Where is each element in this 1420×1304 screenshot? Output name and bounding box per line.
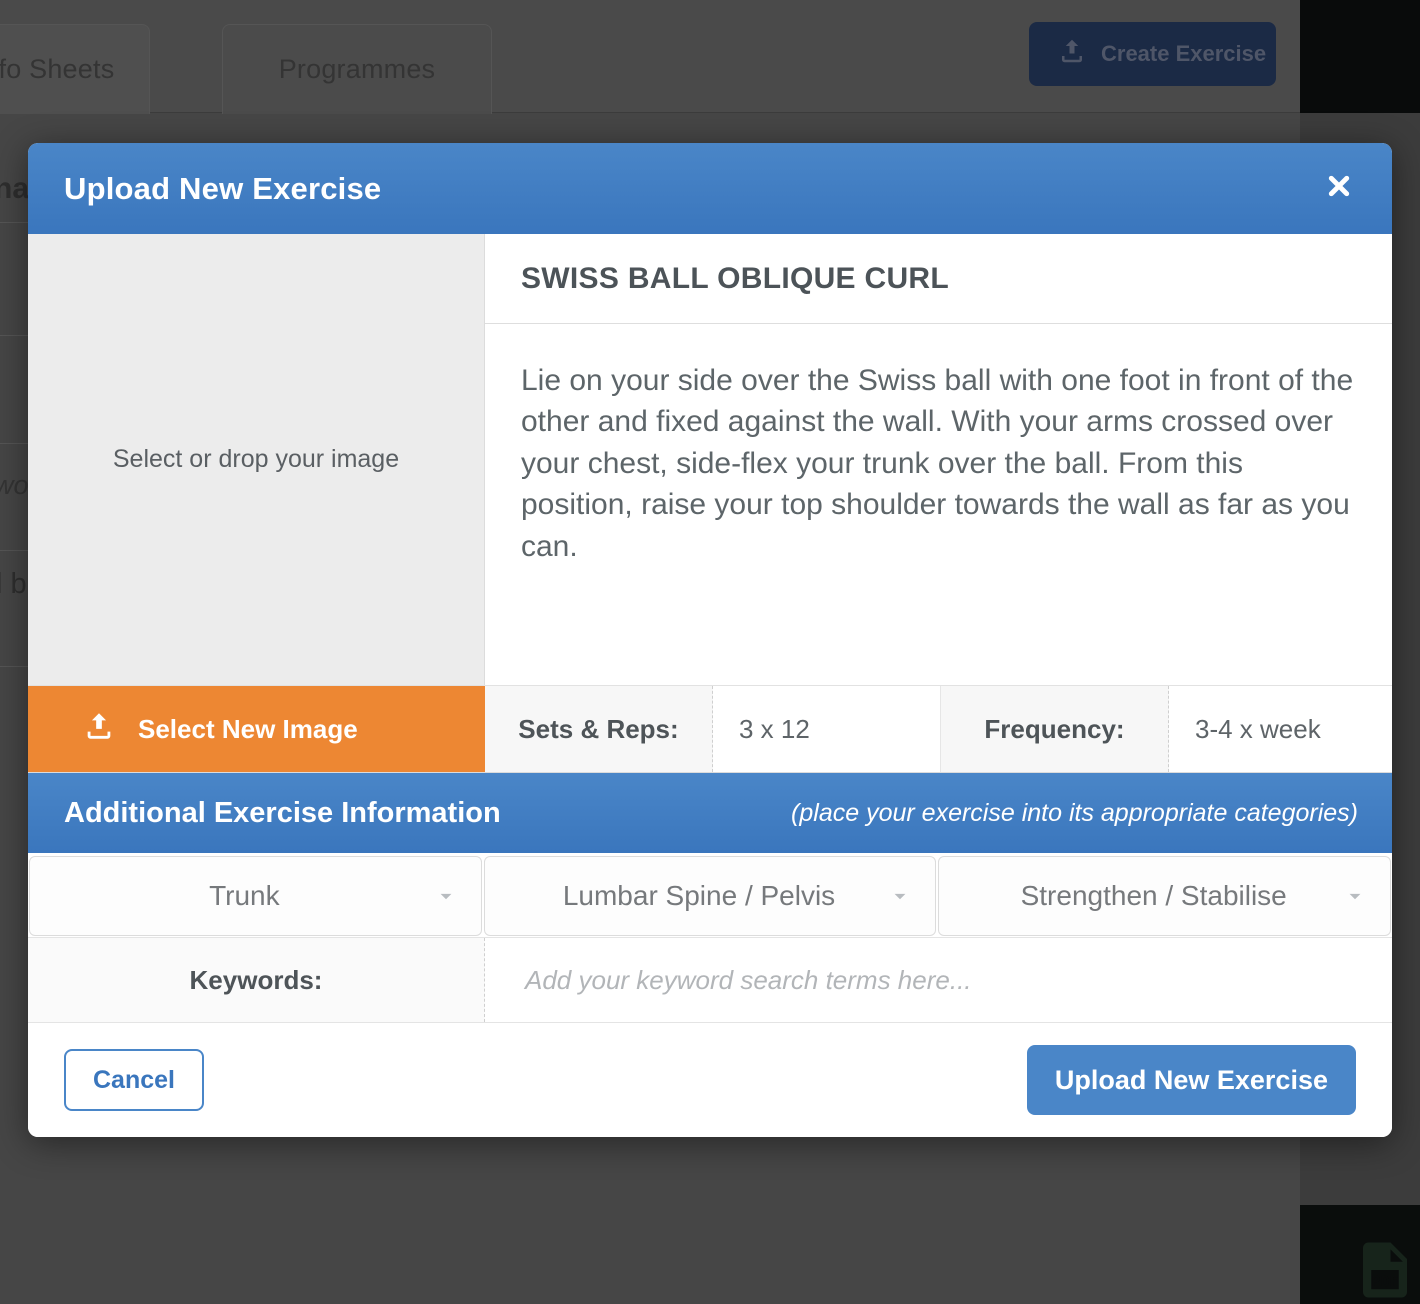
frequency-value[interactable]: 3-4 x week <box>1169 686 1392 772</box>
modal-header: Upload New Exercise <box>28 143 1392 234</box>
cancel-button[interactable]: Cancel <box>64 1049 204 1111</box>
modal-close-button[interactable] <box>1316 166 1362 212</box>
svg-text:PDF: PDF <box>1371 1273 1398 1291</box>
keywords-row: Keywords: Add your keyword search terms … <box>28 938 1392 1023</box>
upload-new-exercise-modal: Upload New Exercise Select or drop your … <box>28 143 1392 1137</box>
background-text-fragment-line: l b <box>0 568 27 600</box>
keywords-label: Keywords: <box>28 938 485 1022</box>
modal-title: Upload New Exercise <box>64 170 382 206</box>
tab-programmes-label: Programmes <box>278 54 436 84</box>
frequency-label: Frequency: <box>941 686 1169 772</box>
app-root: nal wo l b Info Sheets Programmes Create… <box>0 0 1420 1304</box>
chevron-down-icon <box>433 883 459 909</box>
category-select-body-region-value: Trunk <box>209 880 280 911</box>
sets-reps-label: Sets & Reps: <box>485 686 713 772</box>
pdf-thumbnail-panel[interactable]: PDF <box>1300 1205 1420 1304</box>
image-dropzone[interactable]: Select or drop your image <box>28 234 485 685</box>
chevron-down-icon <box>887 883 913 909</box>
tab-programmes[interactable]: Programmes <box>222 24 492 114</box>
sets-reps-value[interactable]: 3 x 12 <box>713 686 941 772</box>
category-select-purpose-value: Strengthen / Stabilise <box>1020 880 1287 911</box>
exercise-meta-row: Select New Image Sets & Reps: 3 x 12 Fre… <box>28 686 1392 773</box>
additional-information-hint: (place your exercise into its appropriat… <box>791 798 1358 827</box>
category-select-purpose[interactable]: Strengthen / Stabilise <box>938 856 1392 936</box>
select-new-image-button[interactable]: Select New Image <box>28 686 485 772</box>
exercise-description: Lie on your side over the Swiss ball wit… <box>521 364 1354 563</box>
select-new-image-label: Select New Image <box>138 713 358 744</box>
additional-information-section-bar: Additional Exercise Information (place y… <box>28 773 1392 853</box>
image-dropzone-label: Select or drop your image <box>112 445 400 473</box>
exercise-name: SWISS BALL OBLIQUE CURL <box>485 234 1392 324</box>
category-select-body-part[interactable]: Lumbar Spine / Pelvis <box>483 856 937 936</box>
category-select-body-region[interactable]: Trunk <box>29 856 482 936</box>
additional-information-title: Additional Exercise Information <box>64 796 501 829</box>
modal-footer: Cancel Upload New Exercise <box>28 1023 1392 1137</box>
upload-icon <box>82 709 116 750</box>
category-select-body-part-value: Lumbar Spine / Pelvis <box>562 880 836 911</box>
tab-info-sheets-label: Info Sheets <box>0 54 115 84</box>
exercise-detail-column: SWISS BALL OBLIQUE CURL Lie on your side… <box>485 234 1392 685</box>
chevron-down-icon <box>1342 883 1368 909</box>
create-exercise-label: Create Exercise <box>1101 41 1267 66</box>
category-select-row: Trunk Lumbar Spine / Pelvis Strengthen /… <box>28 853 1392 938</box>
create-exercise-button[interactable]: Create Exercise <box>1029 22 1276 86</box>
modal-body: Select or drop your image SWISS BALL OBL… <box>28 234 1392 686</box>
upload-icon <box>1057 36 1087 72</box>
upload-new-exercise-submit-button[interactable]: Upload New Exercise <box>1026 1045 1356 1115</box>
close-icon <box>1321 168 1357 209</box>
background-text-fragment-italic: wo <box>0 470 29 500</box>
tab-info-sheets[interactable]: Info Sheets <box>0 24 150 114</box>
background-topbar-dark-corner <box>1300 0 1420 113</box>
keywords-input[interactable]: Add your keyword search terms here... <box>485 938 1392 1022</box>
